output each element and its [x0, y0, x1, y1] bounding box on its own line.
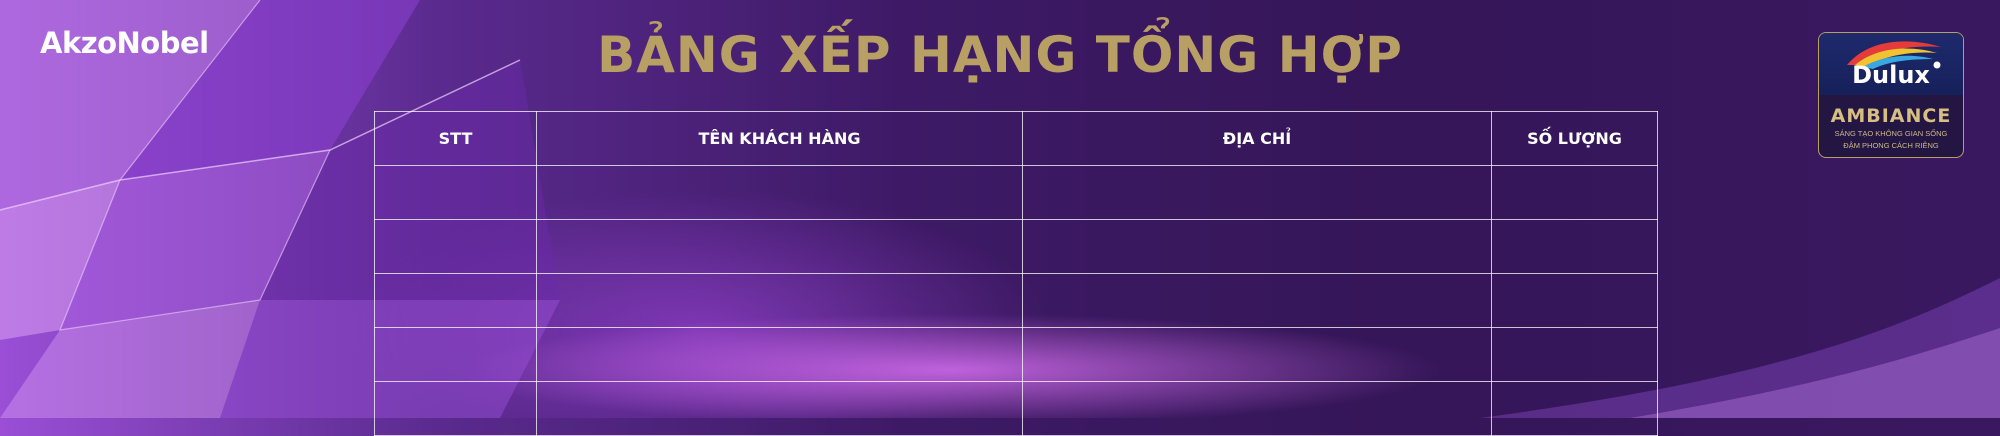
page-title: BẢNG XẾP HẠNG TỔNG HỢP — [597, 26, 1403, 84]
table-cell — [536, 381, 1023, 436]
dulux-logo-header: Dulux — [1819, 33, 1963, 95]
table-cell — [1491, 327, 1658, 382]
table-cell — [374, 273, 537, 328]
table-row — [374, 381, 1658, 436]
ambiance-section: AMBIANCE SÁNG TẠO KHÔNG GIAN SỐNG ĐẬM PH… — [1819, 95, 1963, 151]
table-cell — [374, 165, 537, 220]
table-cell — [374, 219, 537, 274]
table-cell — [536, 273, 1023, 328]
column-header-customer-name: TÊN KHÁCH HÀNG — [536, 111, 1023, 166]
table-cell — [536, 219, 1023, 274]
table-cell — [1022, 273, 1492, 328]
table-row — [374, 165, 1658, 220]
ambiance-tagline-1: SÁNG TẠO KHÔNG GIAN SỐNG — [1834, 129, 1948, 138]
table-cell — [1022, 165, 1492, 220]
table-cell — [536, 327, 1023, 382]
table-row — [374, 273, 1658, 328]
table-cell — [374, 327, 537, 382]
ranking-table: STT TÊN KHÁCH HÀNG ĐỊA CHỈ SỐ LƯỢNG — [374, 111, 1658, 436]
table-cell — [1022, 219, 1492, 274]
table-cell — [1491, 165, 1658, 220]
table-row — [374, 219, 1658, 274]
column-header-quantity: SỐ LƯỢNG — [1491, 111, 1658, 166]
table-cell — [1022, 381, 1492, 436]
table-cell — [1491, 273, 1658, 328]
table-cell — [1022, 327, 1492, 382]
column-header-stt: STT — [374, 111, 537, 166]
ambiance-wordmark: AMBIANCE — [1830, 105, 1952, 127]
table-header-row: STT TÊN KHÁCH HÀNG ĐỊA CHỈ SỐ LƯỢNG — [374, 111, 1658, 166]
table-cell — [536, 165, 1023, 220]
table-row — [374, 327, 1658, 382]
column-header-address: ĐỊA CHỈ — [1022, 111, 1492, 166]
dulux-wordmark: Dulux — [1852, 61, 1930, 89]
ambiance-tagline-2: ĐẬM PHONG CÁCH RIÊNG — [1843, 141, 1939, 150]
dulux-ambiance-logo: Dulux AMBIANCE SÁNG TẠO KHÔNG GIAN SỐNG … — [1818, 32, 1964, 158]
table-cell — [1491, 219, 1658, 274]
table-cell — [1491, 381, 1658, 436]
table-cell — [374, 381, 537, 436]
